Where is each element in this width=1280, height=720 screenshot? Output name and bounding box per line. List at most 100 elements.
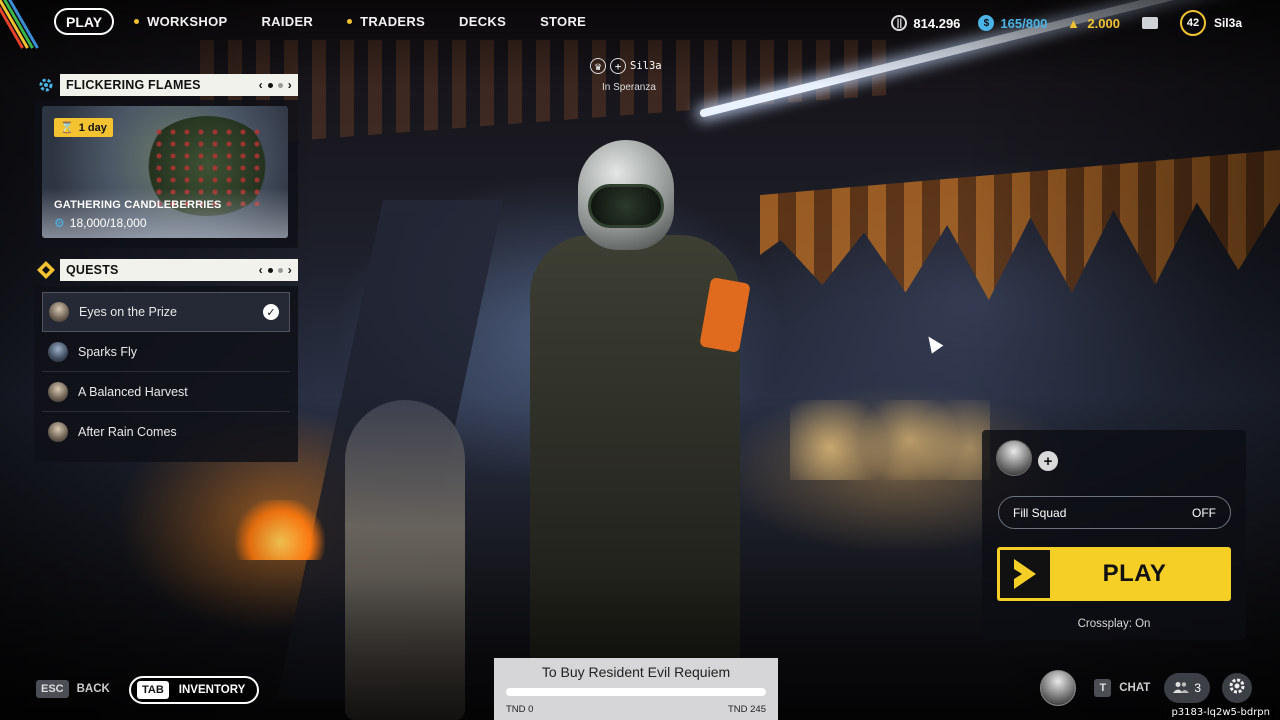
- chevron-left-icon[interactable]: ‹: [259, 78, 263, 92]
- purchase-max-label: TND 245: [727, 704, 766, 715]
- friends-icon: [1173, 681, 1190, 696]
- page-dot: [277, 82, 283, 88]
- coins-currency[interactable]: || 814.296: [891, 15, 960, 31]
- currency-bar: || 814.296 $ 165/800 ▲ 2.000 42 Sil3a: [873, 10, 1242, 36]
- player-avatar[interactable]: [1040, 670, 1077, 706]
- event-title-bar: FLICKERING FLAMES ‹ ›: [60, 74, 298, 96]
- nav-traders-label: TRADERS: [360, 14, 426, 29]
- notification-dot-icon: [347, 19, 353, 24]
- back-label: BACK: [76, 683, 110, 695]
- gold-icon: ▲: [1066, 15, 1080, 31]
- play-chevron-icon: [1000, 550, 1050, 598]
- quest-diamond-icon: [36, 260, 56, 280]
- nav-raider-label: RAIDER: [261, 14, 314, 29]
- gear-icon: [36, 75, 56, 95]
- purchase-progress-track: [506, 688, 766, 696]
- quest-giver-avatar: [48, 341, 68, 362]
- tab-keycap: TAB: [137, 681, 169, 699]
- chat-label: CHAT: [1119, 682, 1151, 694]
- event-title: FLICKERING FLAMES: [66, 78, 201, 92]
- event-image: ⌛ 1 day GATHERING CANDLEBERRIES ⚙ 18,000…: [42, 106, 288, 238]
- quest-label: Eyes on the Prize: [79, 305, 177, 319]
- event-progress: ⚙ 18,000/18,000: [54, 216, 147, 230]
- squad-member-avatar[interactable]: [996, 440, 1032, 476]
- nav-store-label: STORE: [540, 14, 587, 29]
- checkmark-icon: ✓: [263, 304, 279, 320]
- top-bar: PLAY WORKSHOP RAIDER TRADERS DECKS STORE…: [0, 0, 1280, 49]
- quests-header: QUESTS ‹ ›: [36, 259, 298, 281]
- squad-panel: + Fill Squad OFF PLAY Crossplay: On: [982, 430, 1246, 640]
- play-button[interactable]: PLAY: [997, 547, 1231, 601]
- player-location: In Speranza: [602, 82, 656, 93]
- event-timer-badge: ⌛ 1 day: [54, 118, 113, 137]
- bottom-right-controls: T CHAT 3: [1040, 670, 1252, 706]
- nav-store[interactable]: STORE: [540, 14, 586, 29]
- nav-workshop[interactable]: WORKSHOP: [134, 14, 227, 29]
- crown-icon: ♛: [590, 58, 606, 74]
- rainbow-logo-icon: [0, 0, 40, 49]
- quest-item[interactable]: After Rain Comes: [42, 412, 290, 452]
- add-squad-member-button[interactable]: +: [1038, 451, 1058, 471]
- event-timer: 1 day: [78, 121, 107, 134]
- purchase-goal-widget: To Buy Resident Evil Requiem TND 0 TND 2…: [494, 658, 778, 720]
- back-button[interactable]: ESC BACK: [36, 680, 110, 698]
- quests-title: QUESTS: [66, 263, 119, 277]
- player-name: Sil3a: [630, 60, 662, 72]
- event-objective-name: GATHERING CANDLEBERRIES: [54, 199, 222, 211]
- nav-raider[interactable]: RAIDER: [261, 14, 313, 29]
- event-card[interactable]: ⌛ 1 day GATHERING CANDLEBERRIES ⚙ 18,000…: [34, 100, 298, 248]
- gear-icon: [1228, 677, 1246, 700]
- tokens-currency[interactable]: $ 165/800: [978, 15, 1047, 31]
- chevron-left-icon[interactable]: ‹: [259, 263, 263, 277]
- notification-dot-icon: [134, 19, 140, 24]
- coins-value: 814.296: [913, 15, 961, 31]
- quest-item[interactable]: A Balanced Harvest: [42, 372, 290, 412]
- add-friend-icon[interactable]: +: [610, 58, 626, 74]
- friends-button[interactable]: 3: [1164, 673, 1210, 703]
- t-keycap: T: [1094, 679, 1112, 697]
- nav-decks-label: DECKS: [459, 14, 507, 29]
- hourglass-icon: ⌛: [60, 122, 74, 134]
- nav-traders[interactable]: TRADERS: [347, 14, 425, 29]
- nav-decks[interactable]: DECKS: [459, 14, 506, 29]
- nav-workshop-label: WORKSHOP: [147, 14, 228, 29]
- quest-giver-avatar: [48, 381, 68, 402]
- friends-count: 3: [1194, 681, 1201, 695]
- event-pager[interactable]: ‹ ›: [259, 78, 292, 92]
- page-dot: [267, 82, 273, 88]
- quest-label: After Rain Comes: [78, 425, 177, 439]
- quest-item[interactable]: Eyes on the Prize ✓: [42, 292, 290, 332]
- purchase-min-label: TND 0: [506, 704, 534, 715]
- chevron-right-icon[interactable]: ›: [288, 78, 292, 92]
- tokens-value: 165/800: [1000, 15, 1048, 31]
- inventory-label: INVENTORY: [178, 684, 246, 696]
- inventory-button[interactable]: TAB INVENTORY: [129, 676, 260, 704]
- chat-button[interactable]: T CHAT: [1094, 679, 1150, 697]
- chevron-right-icon[interactable]: ›: [288, 263, 292, 277]
- level-badge[interactable]: 42: [1179, 10, 1206, 36]
- gold-currency[interactable]: ▲ 2.000: [1065, 15, 1120, 31]
- settings-button[interactable]: [1222, 673, 1252, 703]
- username[interactable]: Sil3a: [1214, 16, 1242, 30]
- gold-value: 2.000: [1087, 15, 1120, 31]
- main-nav: PLAY WORKSHOP RAIDER TRADERS DECKS STORE: [54, 8, 620, 35]
- quest-item[interactable]: Sparks Fly: [42, 332, 290, 372]
- quests-pager[interactable]: ‹ ›: [259, 263, 292, 277]
- play-button-label: PLAY: [1102, 560, 1167, 587]
- gear-icon: ⚙: [54, 216, 65, 230]
- quest-label: A Balanced Harvest: [78, 384, 188, 399]
- fill-squad-toggle[interactable]: Fill Squad OFF: [998, 496, 1231, 529]
- purchase-goal-title: To Buy Resident Evil Requiem: [541, 664, 731, 680]
- mail-icon[interactable]: [1141, 17, 1158, 29]
- coin-icon: ||: [891, 15, 908, 31]
- quest-label: Sparks Fly: [78, 344, 138, 359]
- snow: [42, 188, 288, 238]
- fill-squad-label: Fill Squad: [1013, 505, 1067, 520]
- quest-giver-avatar: [49, 302, 69, 322]
- session-id: p3183-lq2w5-bdrpn: [1167, 706, 1274, 719]
- nav-play-button[interactable]: PLAY: [54, 8, 115, 35]
- event-header: FLICKERING FLAMES ‹ ›: [36, 74, 298, 96]
- quest-giver-avatar: [48, 422, 68, 442]
- quest-list: Eyes on the Prize ✓ Sparks Fly A Balance…: [34, 286, 298, 462]
- token-icon: $: [978, 15, 995, 31]
